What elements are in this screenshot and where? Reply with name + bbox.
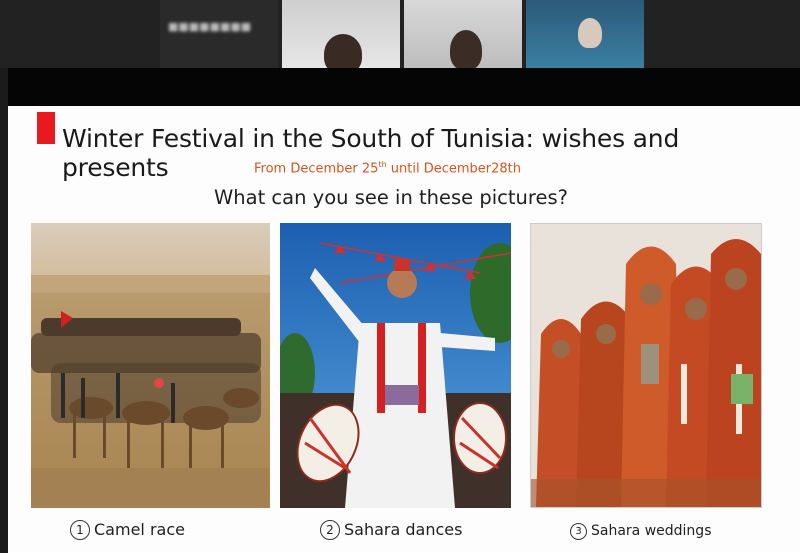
slide-subtitle: From December 25th until December28th <box>254 160 521 176</box>
participant-strip: ■■■■■■■■ <box>0 0 800 68</box>
shared-slide: Winter Festival in the South of Tunisia:… <box>8 106 800 553</box>
caption-number-icon: 1 <box>70 520 90 540</box>
subtitle-text-end: until December28th <box>386 161 522 177</box>
slide-question: What can you see in these pictures? <box>214 186 568 209</box>
participant-tile[interactable]: ■■■■■■■■ <box>160 0 278 68</box>
shared-screen-header <box>8 68 800 106</box>
caption-text: Sahara weddings <box>591 523 712 539</box>
title-accent-bar <box>37 112 55 144</box>
participant-tile[interactable] <box>282 0 400 68</box>
subtitle-superscript: th <box>378 160 387 169</box>
caption-sahara-dances: 2 Sahara dances <box>320 520 462 540</box>
participant-tile[interactable] <box>404 0 522 68</box>
participant-tile[interactable] <box>526 0 644 68</box>
sahara-weddings-photo <box>530 223 762 508</box>
caption-text: Camel race <box>94 520 185 539</box>
caption-sahara-weddings: 3 Sahara weddings <box>570 523 711 540</box>
participant-video <box>578 18 602 48</box>
camel-race-photo <box>31 223 270 508</box>
participant-video <box>324 34 362 68</box>
caption-text: Sahara dances <box>344 520 463 539</box>
participant-name: ■■■■■■■■ <box>168 20 252 33</box>
caption-number-icon: 3 <box>570 523 587 540</box>
subtitle-text: From December 25 <box>254 161 379 177</box>
caption-number-icon: 2 <box>320 520 340 540</box>
sahara-dances-photo <box>280 223 511 508</box>
caption-camel-race: 1 Camel race <box>70 520 185 540</box>
participant-video <box>450 30 482 68</box>
